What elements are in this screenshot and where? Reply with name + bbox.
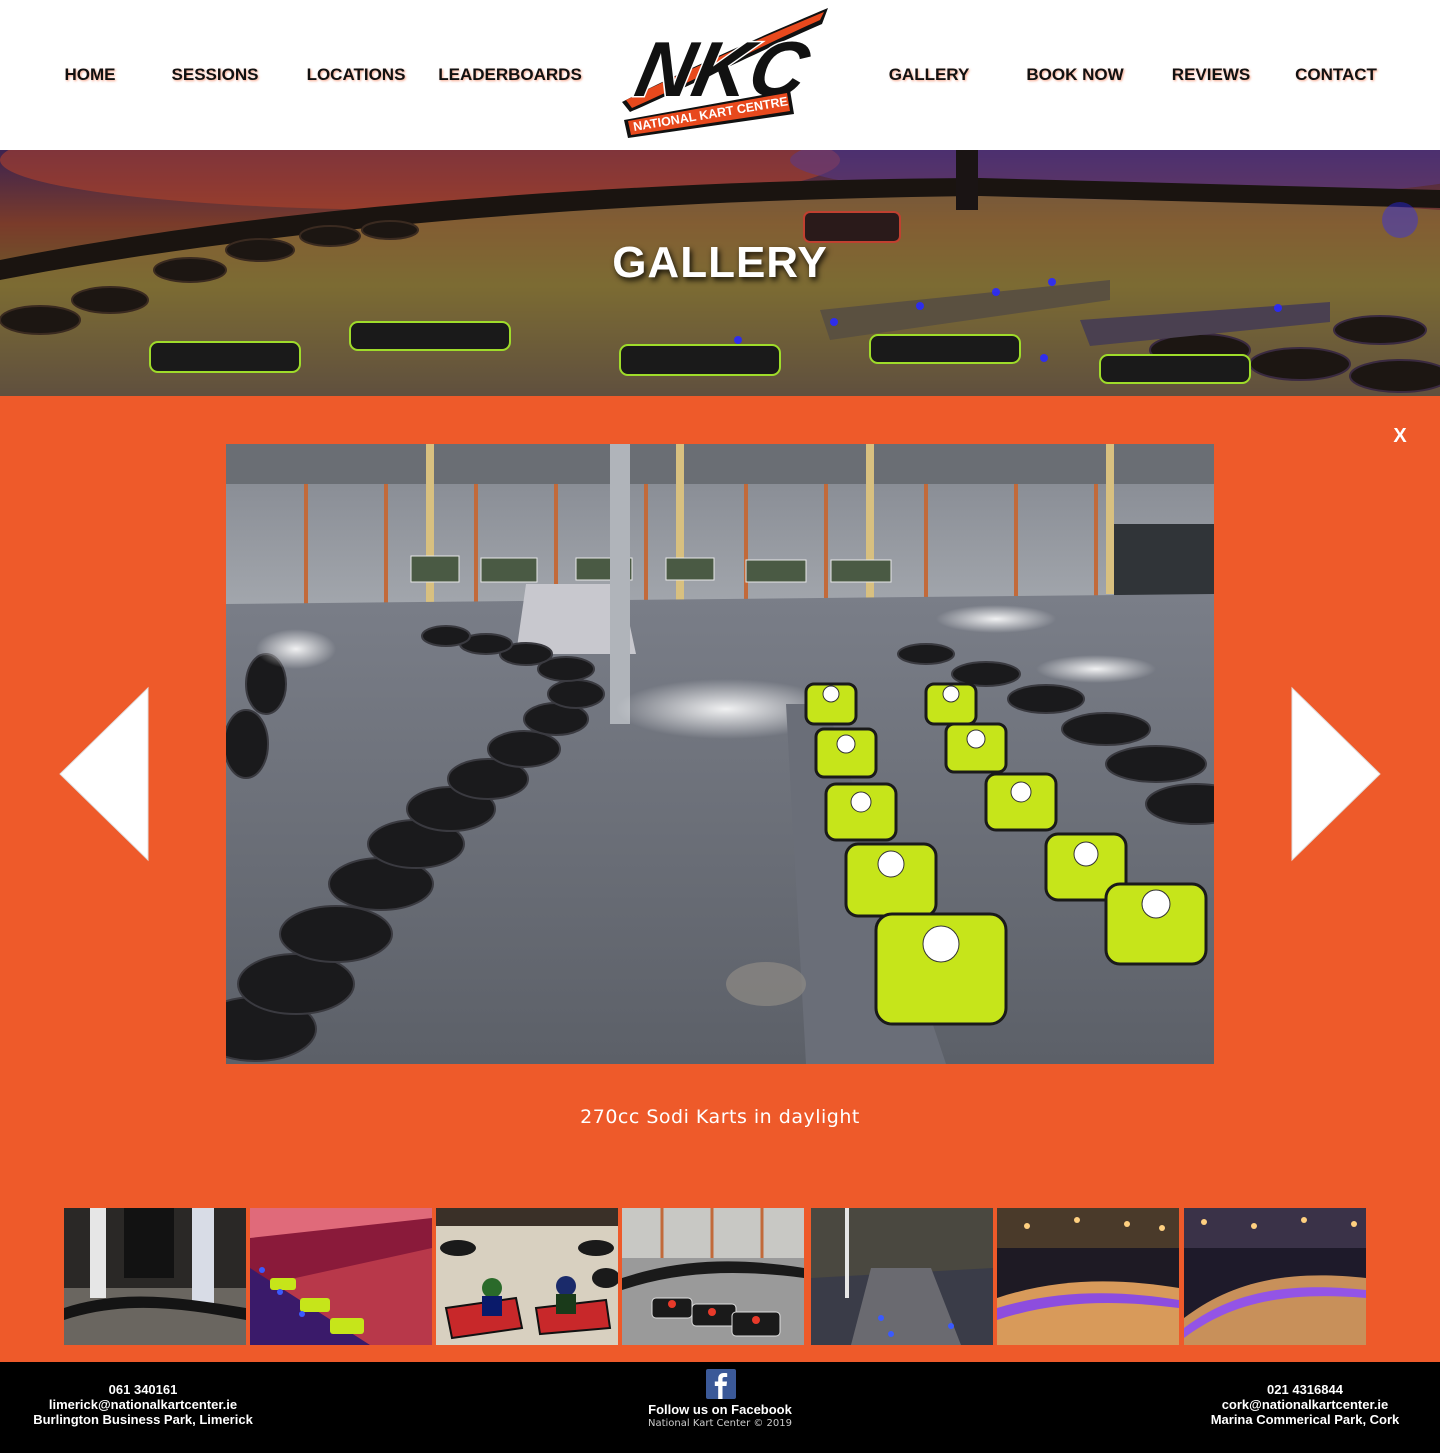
previous-arrow-button[interactable] xyxy=(58,686,150,862)
triangle-left-icon xyxy=(59,686,149,862)
cork-email[interactable]: cork@nationalkartcenter.ie xyxy=(1196,1397,1414,1412)
thumbnail-image xyxy=(811,1208,993,1345)
gallery-lightbox: X 270cc Sodi Karts in daylight xyxy=(0,396,1440,1362)
cork-address: Marina Commerical Park, Cork xyxy=(1210,1412,1400,1427)
nkc-logo[interactable]: NKC NATIONAL KART CENTRE xyxy=(616,4,830,140)
cork-phone[interactable]: 021 4316844 xyxy=(1196,1382,1414,1397)
gallery-thumbnail-7[interactable] xyxy=(1184,1208,1366,1345)
thumbnail-image xyxy=(622,1208,804,1345)
site-footer: 061 340161 limerick@nationalkartcenter.i… xyxy=(0,1362,1440,1453)
thumbnail-image xyxy=(436,1208,618,1345)
close-button[interactable]: X xyxy=(1386,422,1414,450)
gallery-thumbnail-6[interactable] xyxy=(997,1208,1179,1345)
main-gallery-image xyxy=(226,444,1214,1064)
gallery-thumbnail-2[interactable] xyxy=(250,1208,432,1345)
thumbnail-image xyxy=(250,1208,432,1345)
nav-leaderboards[interactable]: LEADERBOARDS xyxy=(438,64,582,86)
gallery-thumbnail-5[interactable] xyxy=(811,1208,993,1345)
facebook-icon[interactable] xyxy=(706,1369,736,1399)
thumbnail-image xyxy=(1184,1208,1366,1345)
next-arrow-button[interactable] xyxy=(1290,686,1382,862)
image-caption: 270cc Sodi Karts in daylight xyxy=(580,1106,860,1128)
gallery-thumbnail-1[interactable] xyxy=(64,1208,246,1345)
nav-sessions[interactable]: SESSIONS xyxy=(168,64,262,86)
site-header: HOME SESSIONS LOCATIONS LEADERBOARDS NKC… xyxy=(0,0,1440,150)
gallery-thumbnail-4[interactable] xyxy=(622,1208,804,1345)
nav-book-now[interactable]: BOOK NOW xyxy=(1020,64,1130,86)
cork-contact: 021 4316844 cork@nationalkartcenter.ie M… xyxy=(1196,1382,1414,1427)
nav-gallery[interactable]: GALLERY xyxy=(882,64,976,86)
nav-home[interactable]: HOME xyxy=(56,64,124,86)
kart-track-photo xyxy=(226,444,1214,1064)
limerick-phone[interactable]: 061 340161 xyxy=(20,1382,266,1397)
nav-contact[interactable]: CONTACT xyxy=(1288,64,1384,86)
page-title: GALLERY xyxy=(612,238,828,287)
facebook-f-glyph xyxy=(714,1373,728,1399)
thumbnail-image xyxy=(64,1208,246,1345)
gallery-thumbnail-3[interactable] xyxy=(436,1208,618,1345)
nav-reviews[interactable]: REVIEWS xyxy=(1164,64,1258,86)
thumbnail-image xyxy=(997,1208,1179,1345)
nav-locations[interactable]: LOCATIONS xyxy=(302,64,410,86)
hero-banner: GALLERY xyxy=(0,150,1440,396)
triangle-right-icon xyxy=(1291,686,1381,862)
